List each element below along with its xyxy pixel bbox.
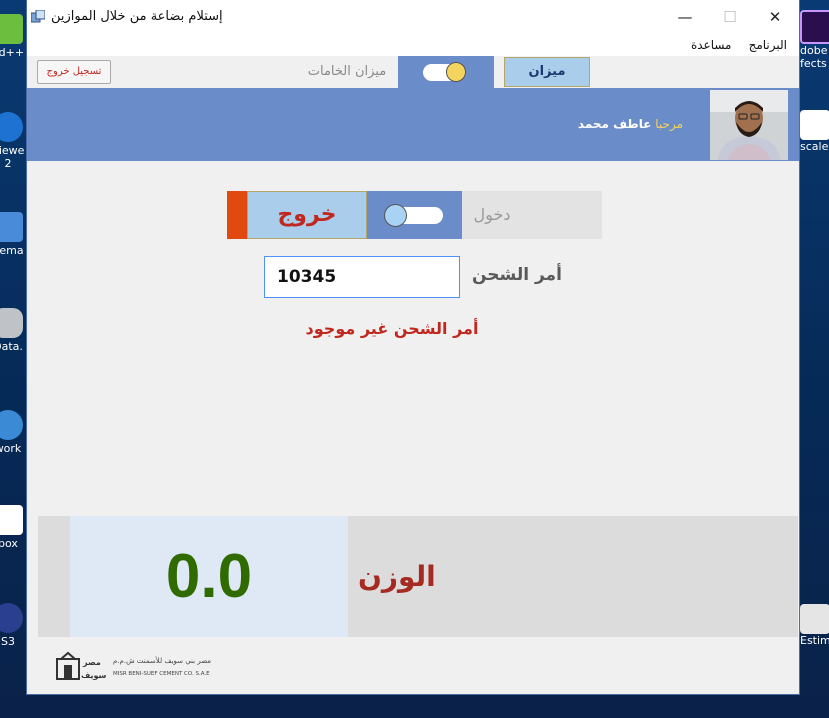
- menu-program[interactable]: البرنامج: [749, 38, 787, 52]
- tab-raw-materials-scale[interactable]: ميزان الخامات: [297, 56, 397, 88]
- company-name-arabic: مصر بني سويف للأسمنت ش.م.م: [113, 657, 212, 665]
- weight-label: الوزن: [358, 560, 436, 593]
- desktop-icon-dropbox[interactable]: box: [0, 505, 30, 550]
- desktop-icon-after-effects[interactable]: dobe fects: [800, 10, 829, 70]
- desktop-icon-estimate[interactable]: Estima: [800, 604, 829, 647]
- close-icon: ✕: [768, 8, 782, 26]
- database-icon: [0, 308, 23, 338]
- scale-toggle-panel: [398, 56, 494, 88]
- direction-selector: خروج دخول: [227, 191, 602, 239]
- desktop-icon-scales[interactable]: scales: [800, 110, 829, 153]
- notepad-icon: [0, 14, 23, 44]
- desktop-icon-teamviewer[interactable]: Viewe 2: [0, 112, 30, 170]
- after-effects-icon: [800, 10, 829, 44]
- dropbox-icon: [0, 505, 23, 535]
- minimize-button[interactable]: —: [674, 8, 696, 26]
- weight-value: 0.0: [70, 516, 348, 637]
- close-button[interactable]: ✕: [764, 8, 786, 26]
- company-logo-mark: مصر بني سويف: [56, 651, 124, 680]
- document-icon: [800, 110, 829, 140]
- desktop-icon-data[interactable]: Data.: [0, 308, 30, 353]
- app-window: إستلام بضاعة من خلال الموازين — ☐ ✕ البر…: [27, 0, 799, 694]
- client-area: تسجيل خروج ميزان الخامات ميزان الأسمنت م…: [27, 56, 799, 694]
- minimize-icon: —: [677, 8, 693, 26]
- app-icon: [31, 10, 45, 23]
- user-header: مرحبا عاطف محمد: [27, 88, 799, 161]
- calculator-icon: [800, 604, 829, 634]
- title-bar: إستلام بضاعة من خلال الموازين — ☐ ✕: [27, 0, 799, 34]
- user-name: عاطف محمد: [577, 117, 652, 131]
- error-message: أمر الشحن غير موجود: [305, 319, 479, 338]
- tab-strip: تسجيل خروج ميزان الخامات ميزان الأسمنت: [27, 56, 799, 107]
- teamviewer-icon: [0, 112, 23, 142]
- menu-bar: البرنامج مساعدة: [27, 34, 799, 56]
- company-logo: مصر بني سويف مصر بني سويف للأسمنت ش.م.م …: [55, 651, 215, 687]
- avatar-image: [710, 90, 788, 160]
- direction-in-button[interactable]: دخول: [462, 191, 522, 239]
- svg-text:مصر: مصر: [82, 658, 101, 667]
- logout-button[interactable]: تسجيل خروج: [37, 60, 111, 84]
- direction-out-button[interactable]: خروج: [247, 191, 367, 239]
- direction-indicator: [227, 191, 247, 239]
- toggle-knob: [446, 62, 466, 82]
- shipping-order-input[interactable]: [264, 256, 460, 298]
- company-name-english: MISR BENI-SUEF CEMENT CO. S.A.E: [113, 671, 210, 677]
- s3-icon: [0, 603, 23, 633]
- shipping-order-label: أمر الشحن: [472, 265, 562, 285]
- menu-help[interactable]: مساعدة: [691, 38, 732, 52]
- maximize-icon: ☐: [723, 8, 737, 26]
- svg-text:بني سويف: بني سويف: [81, 671, 107, 680]
- weight-panel: 0.0 الوزن: [38, 516, 798, 637]
- user-avatar: [710, 90, 788, 160]
- direction-toggle-switch[interactable]: [384, 204, 443, 227]
- welcome-text: مرحبا عاطف محمد: [578, 117, 683, 131]
- desktop-icon-s3[interactable]: S3: [0, 603, 30, 648]
- desktop-icon-notepad[interactable]: ad++: [0, 14, 30, 59]
- scale-toggle-switch[interactable]: [423, 62, 466, 82]
- window-title: إستلام بضاعة من خلال الموازين: [51, 9, 223, 24]
- direction-toggle-panel: [367, 191, 462, 239]
- desktop-icon-network[interactable]: work: [0, 410, 30, 455]
- welcome-prefix: مرحبا: [655, 117, 683, 131]
- tab-cement-scale[interactable]: ميزان الأسمنت: [504, 57, 590, 107]
- maximize-button[interactable]: ☐: [719, 8, 741, 26]
- toggle-knob: [384, 204, 407, 227]
- desktop-icon-cinema[interactable]: nema: [0, 212, 30, 257]
- network-icon: [0, 410, 23, 440]
- cinema-icon: [0, 212, 23, 242]
